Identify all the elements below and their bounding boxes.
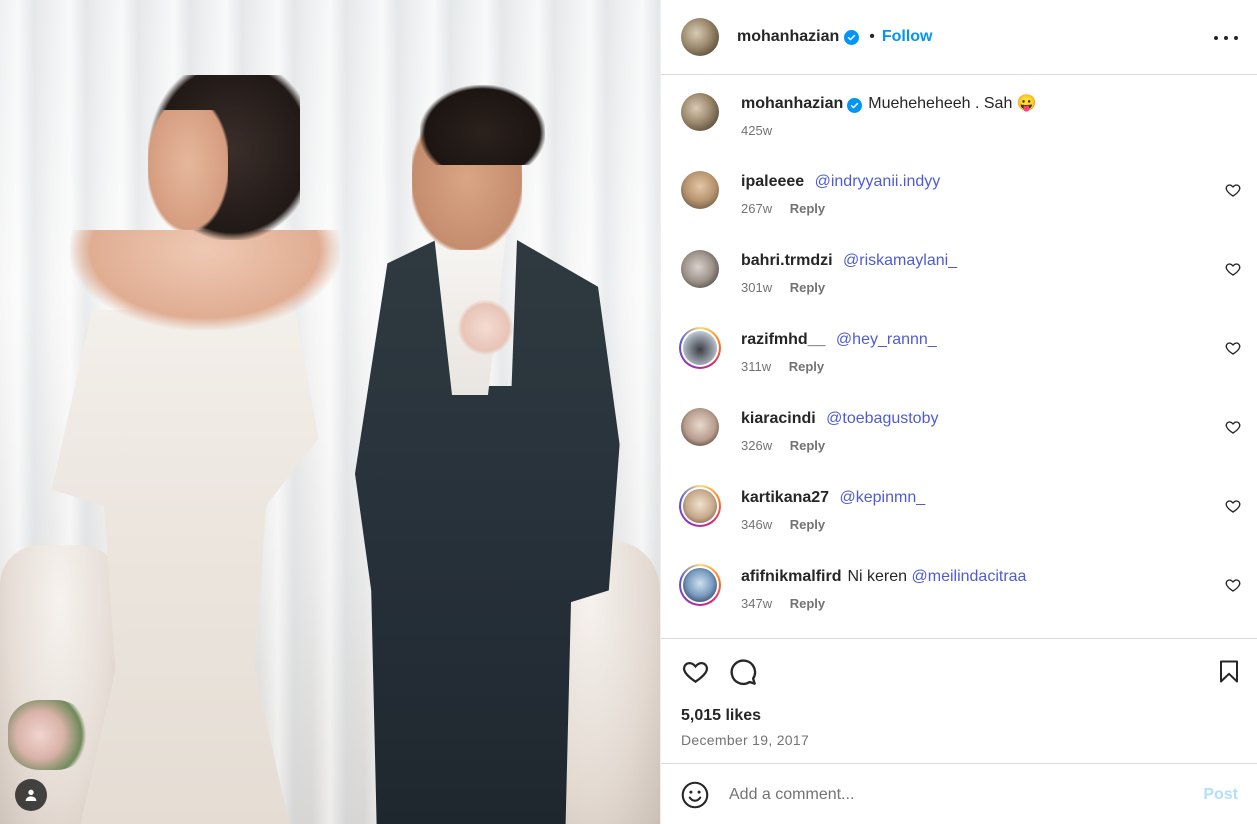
- comment-bubble-icon[interactable]: [729, 658, 757, 686]
- heart-icon[interactable]: [1225, 340, 1241, 356]
- caption-username[interactable]: mohanhazian: [741, 95, 843, 112]
- verified-badge-icon: [847, 98, 863, 113]
- groom-hair: [420, 85, 545, 165]
- flower-bouquet: [8, 700, 88, 770]
- comment-mention[interactable]: @hey_rannn_: [836, 331, 937, 348]
- comment-input[interactable]: [729, 782, 1169, 808]
- comment-mention[interactable]: @indryyanii.indyy: [815, 173, 941, 190]
- reply-button[interactable]: Reply: [789, 359, 824, 374]
- comment-item: kiaracindi @toebagustoby 326w Reply: [681, 408, 1241, 468]
- reply-button[interactable]: Reply: [790, 201, 825, 216]
- more-options-icon[interactable]: [1214, 28, 1238, 48]
- post-actions: 5,015 likes December 19, 2017: [661, 638, 1257, 763]
- commenter-avatar[interactable]: [681, 171, 719, 209]
- story-ring[interactable]: [679, 564, 721, 606]
- comment-mention[interactable]: @meilindacitraa: [912, 568, 1027, 585]
- caption-item: mohanhazian Mueheheheeh . Sah 😛 425w: [681, 93, 1241, 153]
- comment-mention[interactable]: @toebagustoby: [826, 410, 938, 427]
- comment-username[interactable]: kartikana27: [741, 489, 829, 506]
- story-ring[interactable]: [679, 327, 721, 369]
- comment-username[interactable]: ipaleeee: [741, 173, 804, 190]
- post-detail-panel: mohanhazian • Follow mohanhazian Mueheheh…: [660, 0, 1257, 824]
- caption-time[interactable]: 425w: [741, 123, 772, 138]
- reply-button[interactable]: Reply: [790, 517, 825, 532]
- reply-button[interactable]: Reply: [790, 438, 825, 453]
- heart-icon[interactable]: [1225, 577, 1241, 593]
- commenter-avatar[interactable]: [683, 489, 717, 523]
- commenter-avatar[interactable]: [681, 408, 719, 446]
- comment-item: afifnikmalfird Ni keren @meilindacitraa 3…: [679, 564, 1241, 626]
- caption-emoji: 😛: [1016, 95, 1037, 112]
- owner-username[interactable]: mohanhazian: [737, 28, 839, 46]
- post-photo[interactable]: [0, 0, 660, 824]
- reply-button[interactable]: Reply: [790, 596, 825, 611]
- heart-icon[interactable]: [1225, 261, 1241, 277]
- follow-button[interactable]: Follow: [882, 28, 933, 46]
- comments-list[interactable]: mohanhazian Mueheheheeh . Sah 😛 425w ipal…: [661, 75, 1257, 638]
- verified-badge-icon: [844, 29, 860, 45]
- caption-avatar[interactable]: [681, 93, 719, 131]
- bride-shoulders: [70, 230, 340, 330]
- comment-username[interactable]: kiaracindi: [741, 410, 816, 427]
- comment-mention[interactable]: @kepinmn_: [840, 489, 926, 506]
- story-ring[interactable]: [679, 485, 721, 527]
- add-comment-bar: Post: [661, 763, 1257, 824]
- heart-icon[interactable]: [1225, 419, 1241, 435]
- post-comment-button[interactable]: Post: [1203, 786, 1238, 804]
- comment-item: bahri.trmdzi @riskamaylani_ 301w Reply: [681, 250, 1241, 310]
- likes-count[interactable]: 5,015 likes: [681, 707, 761, 725]
- post-header: mohanhazian • Follow: [661, 0, 1257, 75]
- comment-item: kartikana27 @kepinmn_ 346w Reply: [679, 485, 1241, 547]
- comment-username[interactable]: afifnikmalfird: [741, 568, 841, 585]
- comment-time[interactable]: 326w: [741, 438, 772, 453]
- bride-face: [148, 110, 228, 230]
- bookmark-icon[interactable]: [1217, 658, 1241, 685]
- comment-time[interactable]: 311w: [741, 359, 771, 374]
- commenter-avatar[interactable]: [681, 250, 719, 288]
- separator-dot: •: [869, 28, 875, 45]
- heart-icon[interactable]: [1225, 182, 1241, 198]
- comment-item: razifmhd__ @hey_rannn_ 311w Reply: [679, 327, 1241, 389]
- caption-text: Mueheheheeh . Sah: [868, 95, 1013, 112]
- heart-icon[interactable]: [681, 658, 710, 685]
- commenter-avatar[interactable]: [683, 331, 717, 365]
- commenter-avatar[interactable]: [683, 568, 717, 602]
- boutonniere: [458, 300, 513, 355]
- comment-text: Ni keren: [847, 568, 908, 585]
- owner-avatar[interactable]: [681, 18, 719, 56]
- comment-time[interactable]: 301w: [741, 280, 772, 295]
- heart-icon[interactable]: [1225, 498, 1241, 514]
- comment-time[interactable]: 267w: [741, 201, 772, 216]
- post-date[interactable]: December 19, 2017: [681, 732, 809, 748]
- comment-time[interactable]: 346w: [741, 517, 772, 532]
- comment-mention[interactable]: @riskamaylani_: [843, 252, 957, 269]
- emoji-smile-icon[interactable]: [681, 781, 709, 809]
- comment-username[interactable]: razifmhd__: [741, 331, 825, 348]
- user-tag-icon[interactable]: [15, 779, 47, 811]
- comment-username[interactable]: bahri.trmdzi: [741, 252, 833, 269]
- comment-time[interactable]: 347w: [741, 596, 772, 611]
- comment-item: ipaleeee @indryyanii.indyy 267w Reply: [681, 171, 1241, 231]
- reply-button[interactable]: Reply: [790, 280, 825, 295]
